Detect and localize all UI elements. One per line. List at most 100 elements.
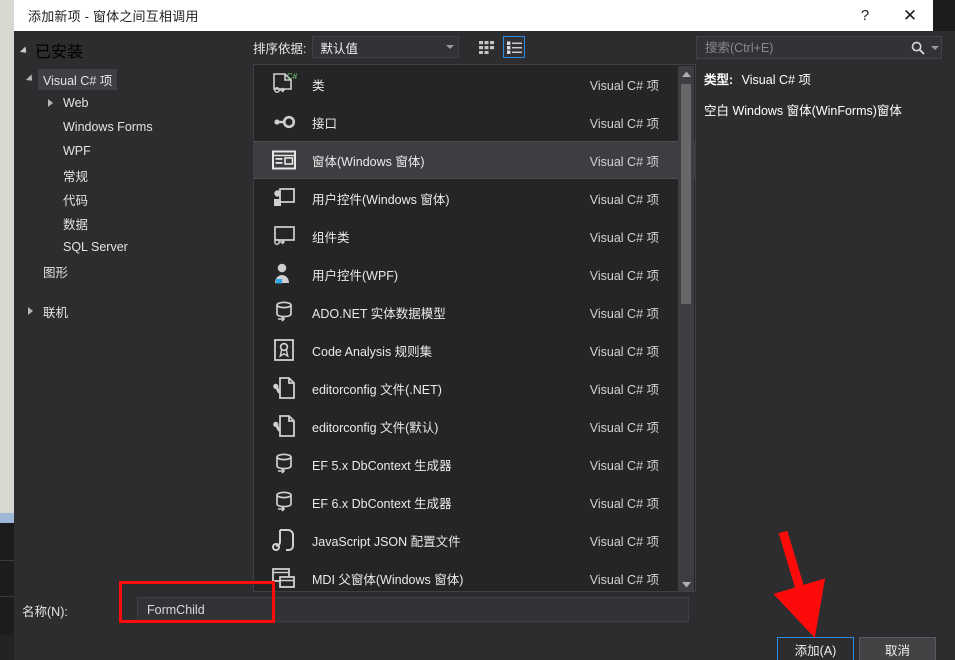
- background-window-dark-strip: [0, 523, 14, 635]
- grid-view-icon[interactable]: [475, 36, 497, 58]
- svg-text:C#: C#: [287, 72, 297, 81]
- template-list-item[interactable]: EF 5.x DbContext 生成器 Visual C# 项: [254, 445, 695, 483]
- template-item-label: 用户控件(Windows 窗体): [312, 192, 450, 207]
- tree-item-label: 联机: [43, 305, 69, 320]
- template-list: C# 类 Visual C# 项接口 Visual C# 项窗体(Windows 窗体…: [253, 64, 696, 592]
- close-button[interactable]: ✕: [887, 0, 933, 31]
- database-model-icon: [270, 488, 298, 516]
- template-item-label: Code Analysis 规则集: [312, 344, 433, 359]
- add-new-item-dialog: 添加新项 - 窗体之间互相调用 ? ✕ 已安装 排序依据: 默认值 搜索(Ctr…: [0, 0, 955, 660]
- ruleset-icon: [270, 336, 298, 364]
- tree-item-4[interactable]: 常规: [14, 163, 253, 187]
- template-item-label: EF 5.x DbContext 生成器: [312, 458, 452, 473]
- template-list-item[interactable]: 用户控件(Windows 窗体) Visual C# 项: [254, 179, 695, 217]
- template-list-item[interactable]: editorconfig 文件(默认) Visual C# 项: [254, 407, 695, 445]
- wpf-user-control-icon: [270, 260, 298, 288]
- sort-by-value: 默认值: [320, 41, 358, 56]
- scroll-down-icon[interactable]: [678, 576, 694, 591]
- template-list-item[interactable]: EF 6.x DbContext 生成器 Visual C# 项: [254, 483, 695, 521]
- template-item-kind: Visual C# 项: [589, 192, 659, 207]
- class-file-icon: C#: [270, 70, 298, 98]
- name-row: 名称(N):: [14, 592, 955, 628]
- dialog-title: 添加新项 - 窗体之间互相调用: [28, 9, 199, 24]
- chevron-down-icon: [22, 74, 38, 84]
- help-button[interactable]: ?: [843, 0, 887, 31]
- name-label: 名称(N):: [22, 605, 68, 619]
- template-item-label: JavaScript JSON 配置文件: [312, 534, 461, 549]
- template-item-kind: Visual C# 项: [589, 420, 659, 435]
- template-item-kind: Visual C# 项: [589, 306, 659, 321]
- tree-item-label: 图形: [43, 265, 69, 280]
- template-item-kind: Visual C# 项: [589, 230, 659, 245]
- template-list-item[interactable]: 窗体(Windows 窗体) Visual C# 项: [254, 141, 695, 179]
- details-type-row: 类型: Visual C# 项: [704, 69, 954, 88]
- tree-item-label: SQL Server: [63, 240, 128, 254]
- sort-by-select[interactable]: 默认值: [312, 36, 460, 58]
- template-item-kind: Visual C# 项: [589, 382, 659, 397]
- template-item-label: EF 6.x DbContext 生成器: [312, 496, 452, 511]
- background-taskbar: [0, 635, 14, 660]
- details-type-label: 类型:: [704, 73, 734, 87]
- database-model-icon: [270, 450, 298, 478]
- dialog-footer: 添加(A) 取消: [14, 628, 955, 660]
- template-item-kind: Visual C# 项: [589, 268, 659, 283]
- tree-item-3[interactable]: WPF: [14, 139, 253, 163]
- list-view-icon[interactable]: [503, 36, 525, 58]
- tree-item-label: 数据: [63, 217, 89, 232]
- template-list-item[interactable]: 用户控件(WPF) Visual C# 项: [254, 255, 695, 293]
- template-list-item[interactable]: 接口 Visual C# 项: [254, 103, 695, 141]
- sort-by-label: 排序依据:: [253, 41, 307, 56]
- category-tree: Visual C# 项 Web Windows Forms WPF 常规代码数据 SQL …: [14, 64, 253, 592]
- template-item-kind: Visual C# 项: [589, 78, 659, 93]
- tree-item-9[interactable]: 联机: [14, 299, 253, 323]
- view-toggle-group: [475, 36, 525, 58]
- database-model-icon: [270, 298, 298, 326]
- tree-item-label: 代码: [63, 193, 89, 208]
- search-icon[interactable]: [908, 41, 928, 55]
- tree-item-0[interactable]: Visual C# 项: [14, 67, 253, 91]
- tree-item-label: Windows Forms: [63, 120, 153, 134]
- template-list-item[interactable]: editorconfig 文件(.NET) Visual C# 项: [254, 369, 695, 407]
- tree-item-7[interactable]: SQL Server: [14, 235, 253, 259]
- component-class-icon: [270, 222, 298, 250]
- template-item-label: 接口: [312, 116, 338, 131]
- template-list-item[interactable]: Code Analysis 规则集 Visual C# 项: [254, 331, 695, 369]
- background-divider: [0, 560, 14, 561]
- template-item-label: 窗体(Windows 窗体): [312, 154, 425, 169]
- tree-item-1[interactable]: Web: [14, 91, 253, 115]
- template-list-item[interactable]: JavaScript JSON 配置文件 Visual C# 项: [254, 521, 695, 559]
- scrollbar-thumb[interactable]: [681, 84, 691, 304]
- tree-item-8[interactable]: 图形: [14, 259, 253, 283]
- tree-item-2[interactable]: Windows Forms: [14, 115, 253, 139]
- template-list-item[interactable]: 组件类 Visual C# 项: [254, 217, 695, 255]
- template-list-item[interactable]: ADO.NET 实体数据模型 Visual C# 项: [254, 293, 695, 331]
- template-item-kind: Visual C# 项: [589, 458, 659, 473]
- scroll-up-icon[interactable]: [678, 66, 694, 82]
- template-item-label: 用户控件(WPF): [312, 268, 399, 283]
- tree-item-label: Web: [63, 96, 89, 110]
- search-dropdown-icon[interactable]: [928, 45, 941, 50]
- details-description: 空白 Windows 窗体(WinForms)窗体: [704, 104, 902, 118]
- name-input[interactable]: [137, 597, 689, 622]
- cancel-button[interactable]: 取消: [859, 637, 936, 660]
- search-box[interactable]: [696, 36, 942, 59]
- installed-header[interactable]: 已安装: [19, 38, 83, 62]
- template-item-label: MDI 父窗体(Windows 窗体): [312, 572, 464, 587]
- template-item-kind: Visual C# 项: [589, 116, 659, 131]
- search-input[interactable]: [697, 40, 908, 55]
- template-list-item[interactable]: MDI 父窗体(Windows 窗体) Visual C# 项: [254, 559, 695, 591]
- tree-item-label: Visual C# 项: [38, 68, 118, 90]
- tree-item-6[interactable]: 数据: [14, 211, 253, 235]
- dialog-toolbar: 已安装 排序依据: 默认值: [14, 31, 955, 64]
- title-bar: 添加新项 - 窗体之间互相调用 ? ✕: [14, 0, 933, 31]
- tree-item-5[interactable]: 代码: [14, 187, 253, 211]
- chevron-right-icon: [22, 307, 38, 315]
- add-button[interactable]: 添加(A): [777, 637, 854, 660]
- template-item-label: 组件类: [312, 230, 350, 245]
- list-scrollbar[interactable]: [678, 66, 694, 591]
- tree-item-label: 常规: [63, 169, 89, 184]
- tree-item-label: WPF: [63, 144, 91, 158]
- template-item-kind: Visual C# 项: [589, 154, 659, 169]
- template-list-item[interactable]: C# 类 Visual C# 项: [254, 65, 695, 103]
- chevron-down-icon: [446, 45, 455, 49]
